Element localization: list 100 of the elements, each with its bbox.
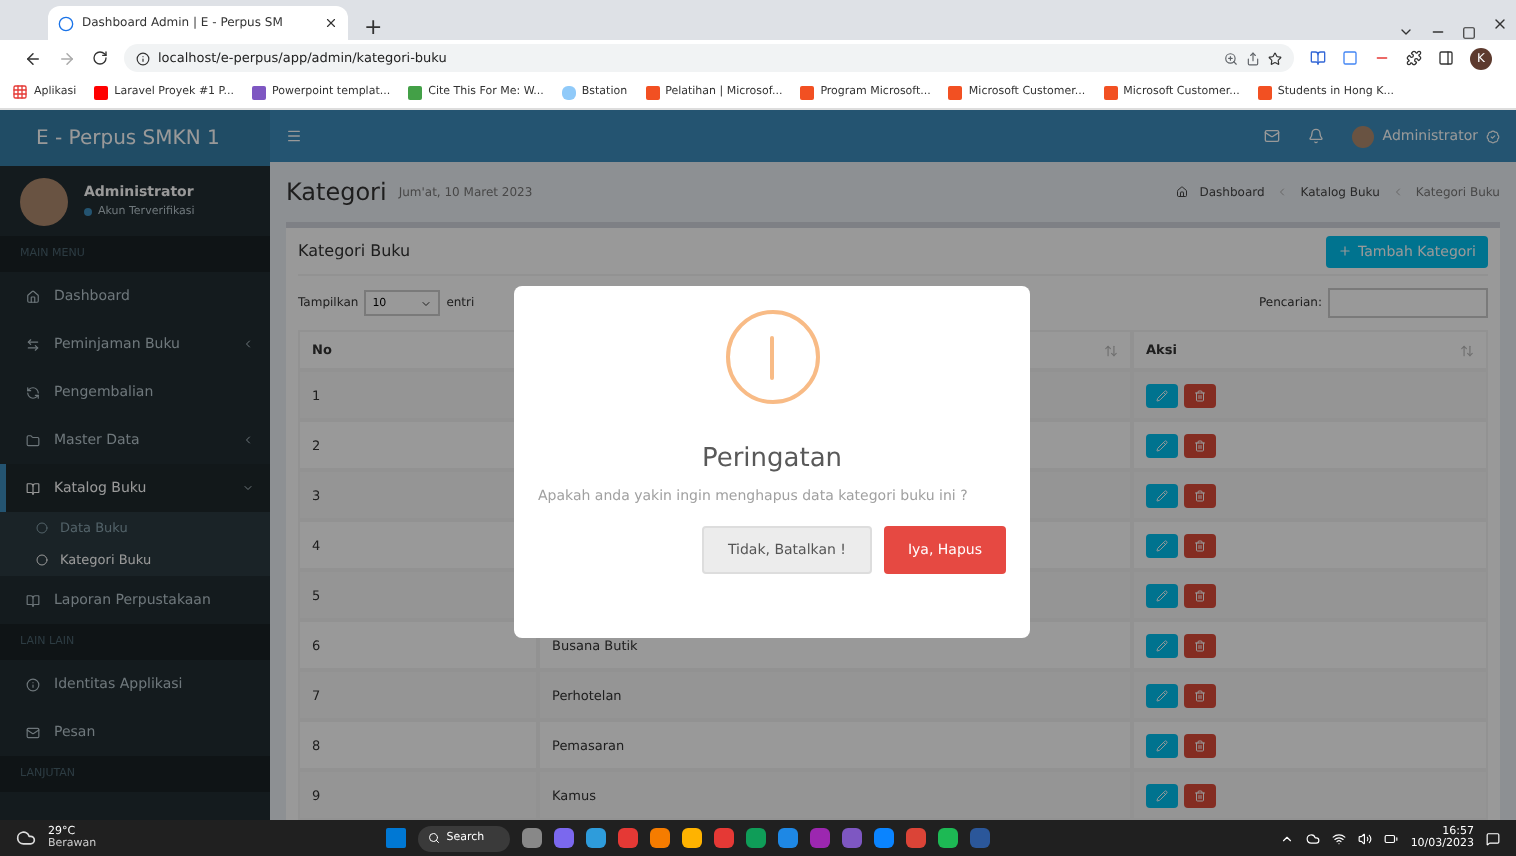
app-icon[interactable] (618, 828, 639, 848)
edit-button[interactable] (1146, 433, 1178, 457)
delete-button[interactable] (1184, 383, 1216, 407)
circle-icon (36, 522, 48, 534)
trash-icon (1194, 639, 1206, 651)
chevron-down-icon (420, 297, 433, 309)
edit-button[interactable] (1146, 633, 1178, 657)
edit-button[interactable] (1146, 683, 1178, 707)
trash-icon (1194, 439, 1206, 451)
verified-icon (1486, 129, 1500, 144)
favicon-icon (645, 85, 660, 99)
back-icon[interactable] (24, 49, 42, 67)
pencil-icon (1156, 739, 1168, 751)
star-icon[interactable] (1268, 51, 1282, 65)
favicon-icon (94, 85, 109, 99)
pencil-icon (1156, 489, 1168, 501)
cloud-icon (16, 828, 36, 848)
envelope-icon (26, 725, 40, 739)
delete-button[interactable] (1184, 733, 1216, 757)
app-brand: E - Perpus SMKN 1 (0, 110, 270, 166)
book-icon (26, 481, 40, 495)
app-icon[interactable] (746, 828, 767, 848)
app-icon[interactable] (522, 828, 543, 848)
app-icon[interactable] (586, 828, 607, 848)
trash-icon (1194, 589, 1206, 601)
sort-icon (1104, 343, 1118, 357)
edit-button[interactable] (1146, 783, 1178, 807)
delete-button[interactable] (1184, 433, 1216, 457)
trash-icon (1194, 489, 1206, 501)
dialog-title: Peringatan (701, 444, 843, 474)
forward-icon[interactable] (58, 49, 76, 67)
delete-button[interactable] (1184, 483, 1216, 507)
maximize-icon[interactable] (1462, 26, 1476, 40)
trash-icon (1194, 689, 1206, 701)
circle-icon (36, 554, 48, 566)
pencil-icon (1156, 439, 1168, 451)
puzzle-icon[interactable] (1406, 50, 1422, 66)
pencil-icon (1156, 639, 1168, 651)
chevron-down-icon[interactable] (1398, 24, 1414, 40)
status-dot-icon (84, 207, 92, 215)
favicon-icon (1103, 85, 1118, 99)
apps-icon (12, 84, 28, 100)
pencil-icon (1156, 689, 1168, 701)
new-tab-button[interactable]: + (364, 14, 383, 40)
app-icon[interactable] (682, 828, 703, 848)
favicon-icon (252, 85, 267, 99)
edit-button[interactable] (1146, 533, 1178, 557)
close-icon[interactable] (1492, 16, 1508, 32)
favicon-icon (800, 85, 815, 99)
dashboard-icon (1175, 186, 1188, 199)
book-icon (26, 593, 40, 607)
trash-icon (1194, 389, 1206, 401)
edit-button[interactable] (1146, 383, 1178, 407)
delete-button[interactable] (1184, 583, 1216, 607)
arrows-icon (26, 337, 40, 351)
wifi-icon (1332, 831, 1347, 845)
delete-button[interactable] (1184, 783, 1216, 807)
share-icon (1246, 51, 1260, 65)
delete-button[interactable] (1184, 533, 1216, 557)
info-icon (26, 677, 40, 691)
app-icon[interactable] (778, 828, 799, 848)
speaker-icon (1358, 831, 1373, 845)
user-avatar (1352, 125, 1375, 148)
delete-button[interactable] (1184, 633, 1216, 657)
edit-button[interactable] (1146, 583, 1178, 607)
refresh-icon (26, 385, 40, 399)
close-icon[interactable] (324, 16, 338, 30)
app-icon[interactable] (650, 828, 671, 848)
trash-icon (1194, 789, 1206, 801)
edit-button[interactable] (1146, 733, 1178, 757)
zoom-icon (1224, 51, 1238, 65)
warning-icon (725, 310, 819, 404)
edit-button[interactable] (1146, 483, 1178, 507)
battery-icon (1384, 831, 1399, 845)
menu-icon[interactable] (286, 128, 302, 145)
app-icon[interactable] (714, 828, 735, 848)
chevron-up-icon[interactable] (1280, 831, 1295, 845)
side-panel-icon[interactable] (1438, 50, 1454, 66)
delete-button[interactable] (1184, 683, 1216, 707)
notification-icon[interactable] (1486, 831, 1501, 845)
reload-icon[interactable] (92, 50, 108, 66)
envelope-icon[interactable] (1264, 128, 1281, 145)
bell-icon[interactable] (1308, 128, 1325, 145)
chevron-left-icon (242, 434, 254, 446)
app-icon[interactable] (874, 828, 895, 848)
app-icon[interactable] (906, 828, 927, 848)
app-icon[interactable] (554, 828, 575, 848)
chevron-down-icon (242, 482, 254, 494)
folder-icon (26, 433, 40, 447)
sort-icon (1460, 343, 1474, 357)
info-icon (136, 51, 150, 65)
pencil-icon (1156, 789, 1168, 801)
plus-icon (1338, 244, 1353, 258)
cloud-icon (1306, 831, 1321, 845)
search-icon (428, 832, 441, 844)
start-icon[interactable] (386, 828, 407, 848)
search-field[interactable] (1328, 288, 1488, 318)
card-title: Kategori Buku (298, 242, 411, 260)
home-icon (26, 289, 40, 303)
app-icon[interactable] (938, 828, 959, 848)
